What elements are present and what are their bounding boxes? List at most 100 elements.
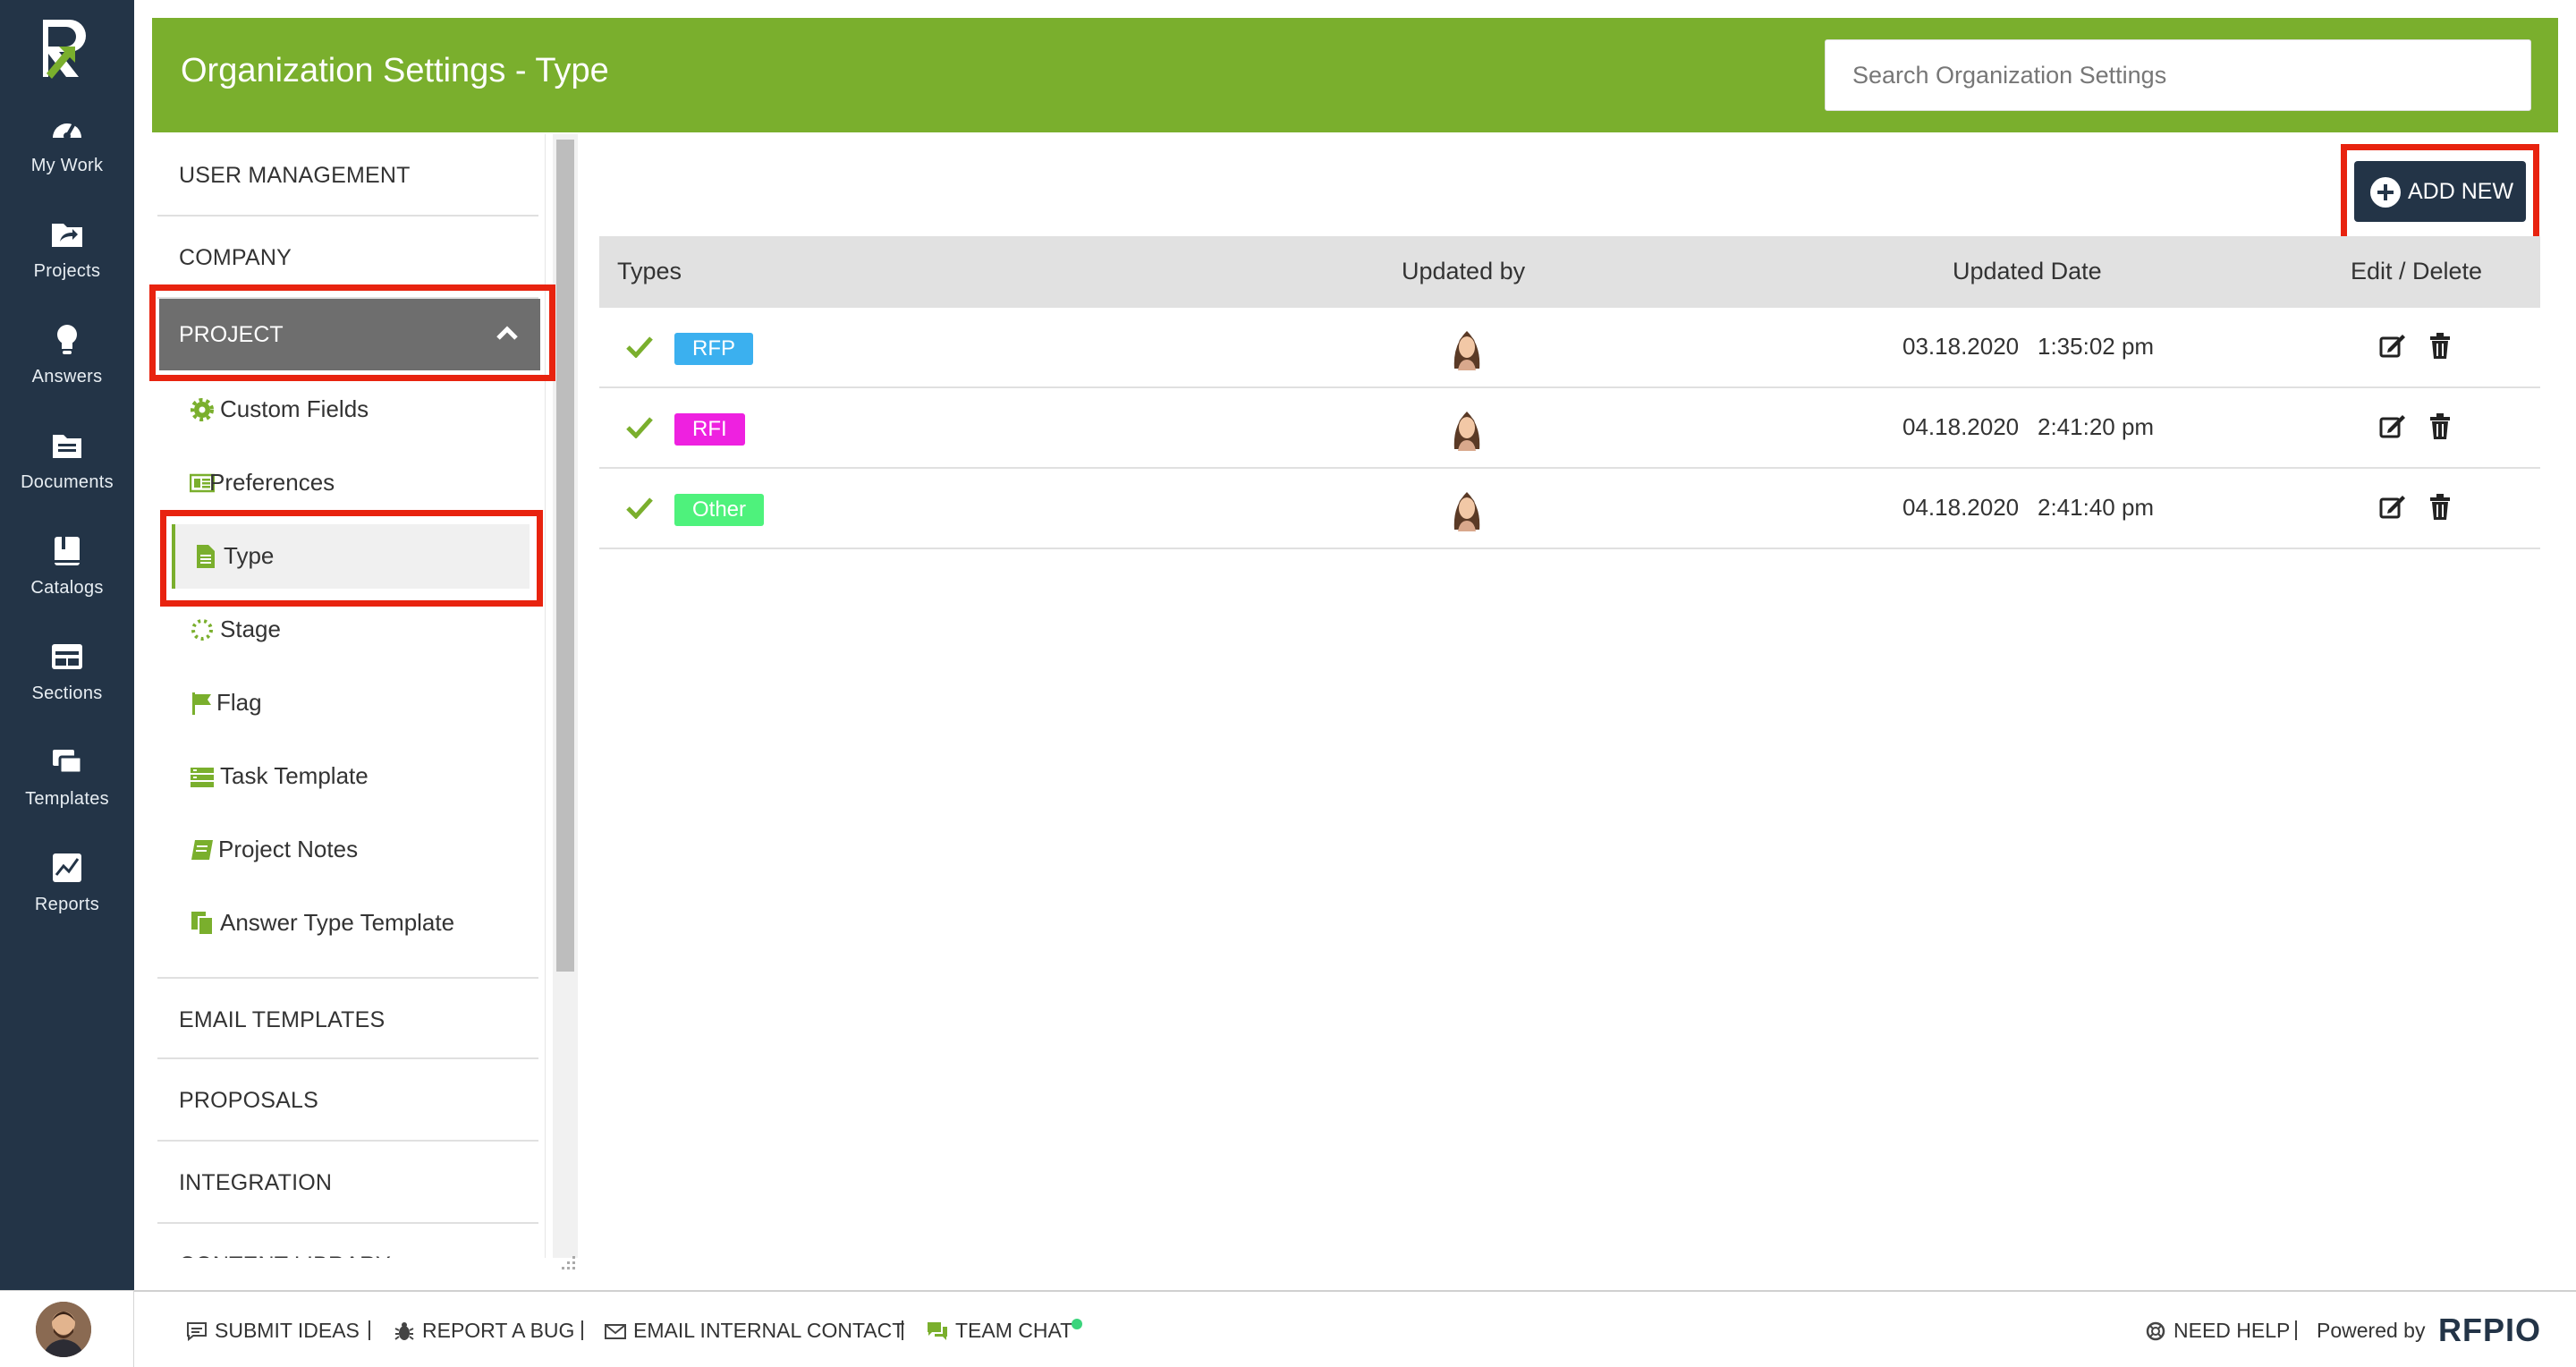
user-female-icon [1453,331,1480,370]
spinner-icon [191,619,213,641]
menu-user-management[interactable]: USER MANAGEMENT [157,134,538,217]
speedometer-icon [53,123,81,140]
team-chat-link[interactable]: TEAM CHAT [927,1319,1072,1343]
plus-circle-icon [2370,177,2401,208]
nav-label: Templates [25,789,109,809]
submenu-label: Type [224,542,275,569]
nav-reports[interactable]: Reports [0,850,134,948]
footer: SUBMIT IDEAS | REPORT A BUG | EMAIL INTE… [134,1290,2576,1367]
nav-documents[interactable]: Documents [0,428,134,526]
submenu-label: Answer Type Template [220,909,455,936]
submenu-label: Task Template [220,762,369,789]
type-badge: RFI [674,413,745,446]
need-help-label: NEED HELP [2174,1319,2291,1342]
menu-project-label: PROJECT [179,322,284,347]
footer-separator: | [2293,1317,2299,1340]
chat-icon [928,1322,947,1340]
menu-email-templates[interactable]: EMAIL TEMPLATES [157,977,538,1059]
submenu-label: Flag [216,689,262,716]
menu-integration[interactable]: INTEGRATION [157,1142,538,1224]
user-avatar-area [0,1290,134,1367]
user-photo-icon [36,1302,91,1357]
settings-menu: USER MANAGEMENT COMPANY PROJECT Custom F… [152,134,546,1258]
column-header-types: Types [617,258,682,284]
check-icon [626,417,653,438]
edit-icon[interactable] [2379,333,2406,360]
submenu-flag[interactable]: Flag [172,671,530,735]
trash-icon[interactable] [2429,494,2451,521]
email-contact-link[interactable]: EMAIL INTERNAL CONTACT [605,1319,904,1343]
submenu-custom-fields[interactable]: Custom Fields [172,378,530,442]
edit-icon[interactable] [2379,413,2406,440]
nav-label: My Work [30,156,104,175]
nav-label: Projects [33,261,101,281]
updated-time: 1:35:02 pm [2038,333,2155,360]
chevron-up-icon [496,326,518,340]
column-header-edit-delete: Edit / Delete [2351,258,2483,284]
chart-icon [53,853,81,882]
footer-separator: | [367,1317,372,1340]
book-icon [55,537,80,565]
avatar[interactable] [36,1302,91,1357]
search-input[interactable] [1825,39,2531,111]
menu-content-library[interactable]: CONTENT LIBRARY [157,1224,538,1258]
team-chat-label: TEAM CHAT [955,1319,1073,1342]
envelope-icon [605,1324,626,1339]
add-new-button[interactable]: ADD NEW [2354,161,2526,222]
online-status-dot [1072,1319,1082,1329]
nav-label: Reports [34,895,100,914]
submenu-label: Stage [220,616,281,642]
submenu-preferences[interactable]: Preferences [172,451,530,515]
menu-project[interactable]: PROJECT [159,299,540,370]
menu-company[interactable]: COMPANY [157,217,538,299]
menu-proposals[interactable]: PROPOSALS [157,1059,538,1142]
updated-time: 2:41:40 pm [2038,494,2155,521]
gear-icon [191,398,214,421]
edit-icon[interactable] [2379,494,2406,521]
page-header: Organization Settings - Type [152,18,2558,132]
lifebuoy-icon [2146,1321,2165,1341]
settings-menu-scrollbar[interactable] [556,140,574,972]
powered-by-label: Powered by [2317,1319,2426,1342]
left-nav: My Work Projects Answers Documents Catal… [0,0,134,1290]
submenu-label: Project Notes [218,836,359,862]
submenu-answer-type-template[interactable]: Answer Type Template [172,891,530,955]
nav-catalogs[interactable]: Catalogs [0,533,134,632]
rfpio-brand-logo[interactable]: RFPIO [2438,1312,2541,1349]
report-bug-label: REPORT A BUG [422,1319,575,1342]
nav-projects[interactable]: Projects [0,217,134,315]
lightbulb-icon [57,325,77,354]
comment-icon [187,1322,207,1341]
submit-ideas-link[interactable]: SUBMIT IDEAS [186,1319,360,1343]
table-row: RFI 04.18.2020 2:41:20 pm [599,388,2540,469]
submenu-type[interactable]: Type [172,524,530,589]
trash-icon[interactable] [2429,413,2451,440]
submenu-task-template[interactable]: Task Template [172,744,530,809]
submenu-stage[interactable]: Stage [172,598,530,662]
documents-icon [53,435,81,458]
user-female-icon [1453,412,1480,451]
submenu-project-notes[interactable]: Project Notes [172,818,530,882]
table-row: RFP 03.18.2020 1:35:02 pm [599,308,2540,388]
resize-handle-icon[interactable] [558,1252,576,1270]
nav-label: Answers [31,367,103,386]
notes-icon [191,840,213,860]
table-header: Types Updated by Updated Date Edit / Del… [599,236,2540,308]
nav-sections[interactable]: Sections [0,639,134,737]
trash-icon[interactable] [2429,333,2451,360]
submenu-label: Custom Fields [220,395,369,422]
column-header-updated-date: Updated Date [1953,258,2102,284]
check-icon [626,336,653,358]
answer-template-icon [191,912,214,936]
report-bug-link[interactable]: REPORT A BUG [394,1319,574,1343]
flag-icon [192,692,211,715]
rfpio-logo[interactable] [39,16,93,81]
nav-answers[interactable]: Answers [0,322,134,420]
column-header-updated-by: Updated by [1402,258,1526,284]
need-help-link[interactable]: NEED HELP [2145,1319,2290,1343]
nav-label: Documents [21,472,114,492]
nav-label: Catalogs [30,578,104,598]
nav-my-work[interactable]: My Work [0,111,134,209]
nav-templates[interactable]: Templates [0,744,134,843]
table-row: Other 04.18.2020 2:41:40 pm [599,469,2540,549]
